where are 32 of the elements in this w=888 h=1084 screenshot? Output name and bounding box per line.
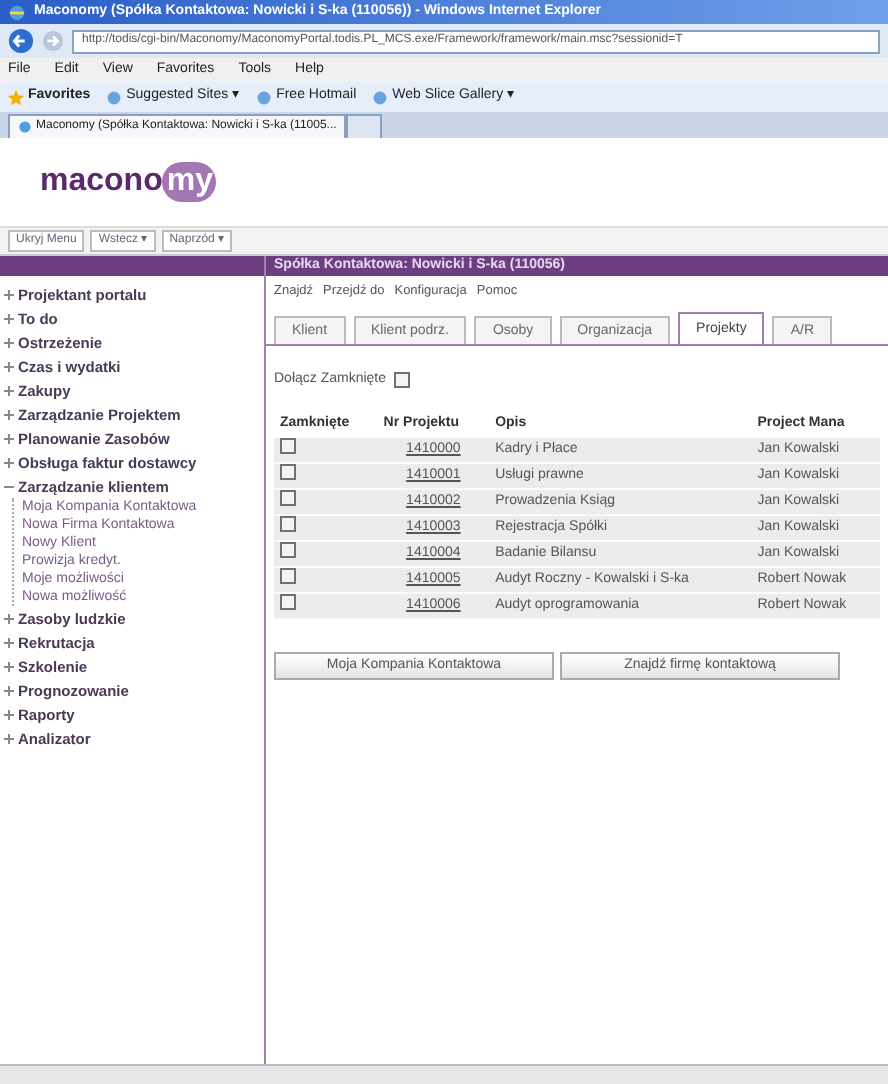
checkbox[interactable] xyxy=(280,594,296,611)
page-icon xyxy=(372,89,389,105)
checkbox[interactable] xyxy=(280,490,296,507)
expand-icon[interactable] xyxy=(4,734,14,744)
checkbox[interactable] xyxy=(280,464,296,481)
page-icon xyxy=(18,120,32,134)
expand-icon[interactable] xyxy=(4,710,14,720)
checkbox[interactable] xyxy=(280,438,296,455)
checkbox[interactable] xyxy=(280,568,296,585)
collapse-icon[interactable] xyxy=(4,482,14,492)
expand-icon[interactable] xyxy=(4,614,14,624)
expand-icon[interactable] xyxy=(4,410,14,420)
checkbox[interactable] xyxy=(394,372,411,388)
expand-icon[interactable] xyxy=(4,386,14,396)
expand-icon[interactable] xyxy=(4,338,14,348)
logo: macono my xyxy=(40,162,217,202)
checkbox[interactable] xyxy=(280,516,296,533)
star-icon xyxy=(8,89,24,105)
page-icon xyxy=(256,89,273,105)
expand-icon[interactable] xyxy=(4,638,14,648)
page-icon xyxy=(106,89,123,105)
expand-icon[interactable] xyxy=(4,662,14,672)
expand-icon[interactable] xyxy=(4,362,14,372)
expand-icon[interactable] xyxy=(4,434,14,444)
browser-logo-icon xyxy=(8,3,26,21)
new-tab-button[interactable] xyxy=(346,114,383,138)
expand-icon[interactable] xyxy=(4,290,14,300)
expand-icon[interactable] xyxy=(4,314,14,324)
checkbox[interactable] xyxy=(280,542,296,559)
back-icon[interactable] xyxy=(8,28,34,54)
expand-icon[interactable] xyxy=(4,458,14,468)
expand-icon[interactable] xyxy=(4,686,14,696)
